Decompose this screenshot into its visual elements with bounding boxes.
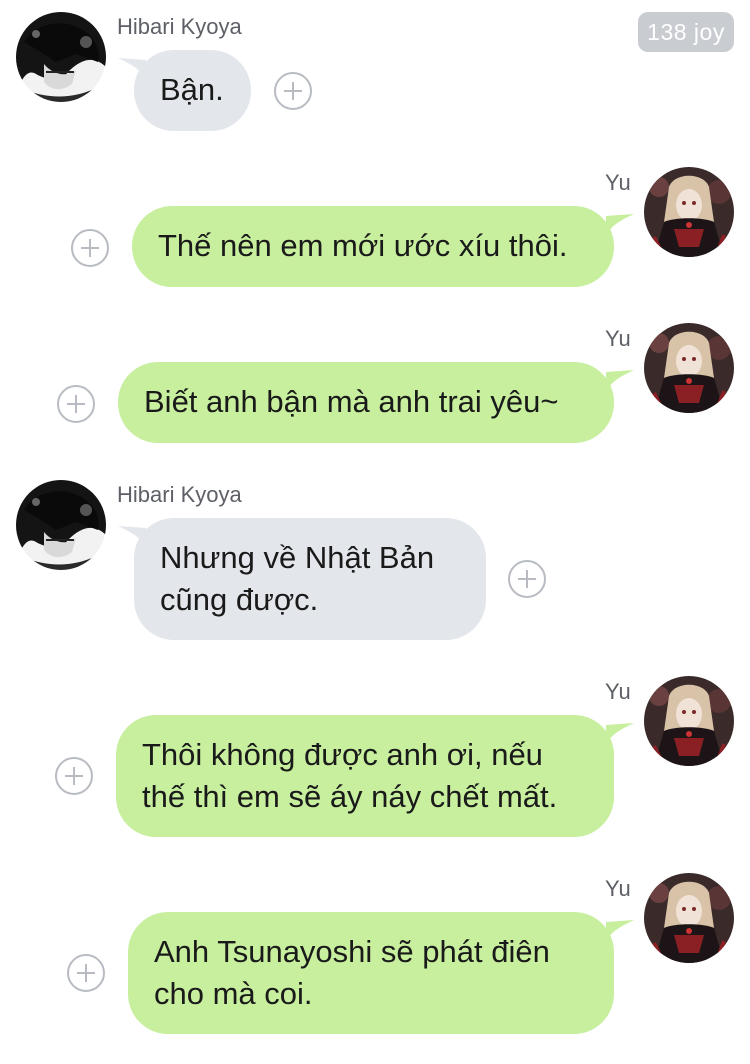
bubble-tail — [606, 723, 634, 745]
message-bubble[interactable]: Anh Tsunayoshi sẽ phát điên cho mà coi. — [128, 912, 614, 1034]
message-bubble[interactable]: Biết anh bận mà anh trai yêu~ — [118, 362, 614, 443]
add-reaction-icon[interactable] — [508, 560, 546, 598]
sender-name: Yu — [605, 876, 631, 901]
add-reaction-icon[interactable] — [57, 385, 95, 423]
bubble-tail — [606, 920, 634, 942]
add-reaction-icon[interactable] — [55, 757, 93, 795]
message-bubble[interactable]: Nhưng về Nhật Bản cũng được. — [134, 518, 486, 640]
message-text: Bận. — [160, 72, 224, 107]
hibari-avatar[interactable] — [16, 480, 106, 570]
message-text: Thôi không được anh ơi, nếu — [142, 737, 543, 772]
sender-name: Hibari Kyoya — [117, 14, 242, 39]
message-text: Nhưng về Nhật Bản — [160, 540, 435, 575]
message-text: thế thì em sẽ áy náy chết mất. — [142, 779, 558, 814]
yu-avatar[interactable] — [644, 167, 734, 257]
message-text: cho mà coi. — [154, 976, 313, 1011]
add-reaction-icon[interactable] — [274, 72, 312, 110]
yu-avatar[interactable] — [644, 873, 734, 963]
sender-name: Yu — [605, 326, 631, 351]
sender-name: Yu — [605, 170, 631, 195]
message-bubble[interactable]: Thế nên em mới ước xíu thôi. — [132, 206, 614, 287]
joy-badge: 138 joy — [638, 12, 734, 52]
yu-avatar[interactable] — [644, 323, 734, 413]
message-text: Biết anh bận mà anh trai yêu~ — [144, 384, 559, 419]
hibari-avatar[interactable] — [16, 12, 106, 102]
message-text: cũng được. — [160, 582, 319, 617]
yu-avatar[interactable] — [644, 676, 734, 766]
message-bubble[interactable]: Bận. — [134, 50, 251, 131]
message-text: Thế nên em mới ước xíu thôi. — [158, 228, 568, 263]
sender-name: Yu — [605, 679, 631, 704]
sender-name: Hibari Kyoya — [117, 482, 242, 507]
message-bubble[interactable]: Thôi không được anh ơi, nếu thế thì em s… — [116, 715, 614, 837]
bubble-tail — [606, 214, 634, 236]
add-reaction-icon[interactable] — [71, 229, 109, 267]
message-text: Anh Tsunayoshi sẽ phát điên — [154, 934, 550, 969]
add-reaction-icon[interactable] — [67, 954, 105, 992]
bubble-tail — [606, 370, 634, 392]
